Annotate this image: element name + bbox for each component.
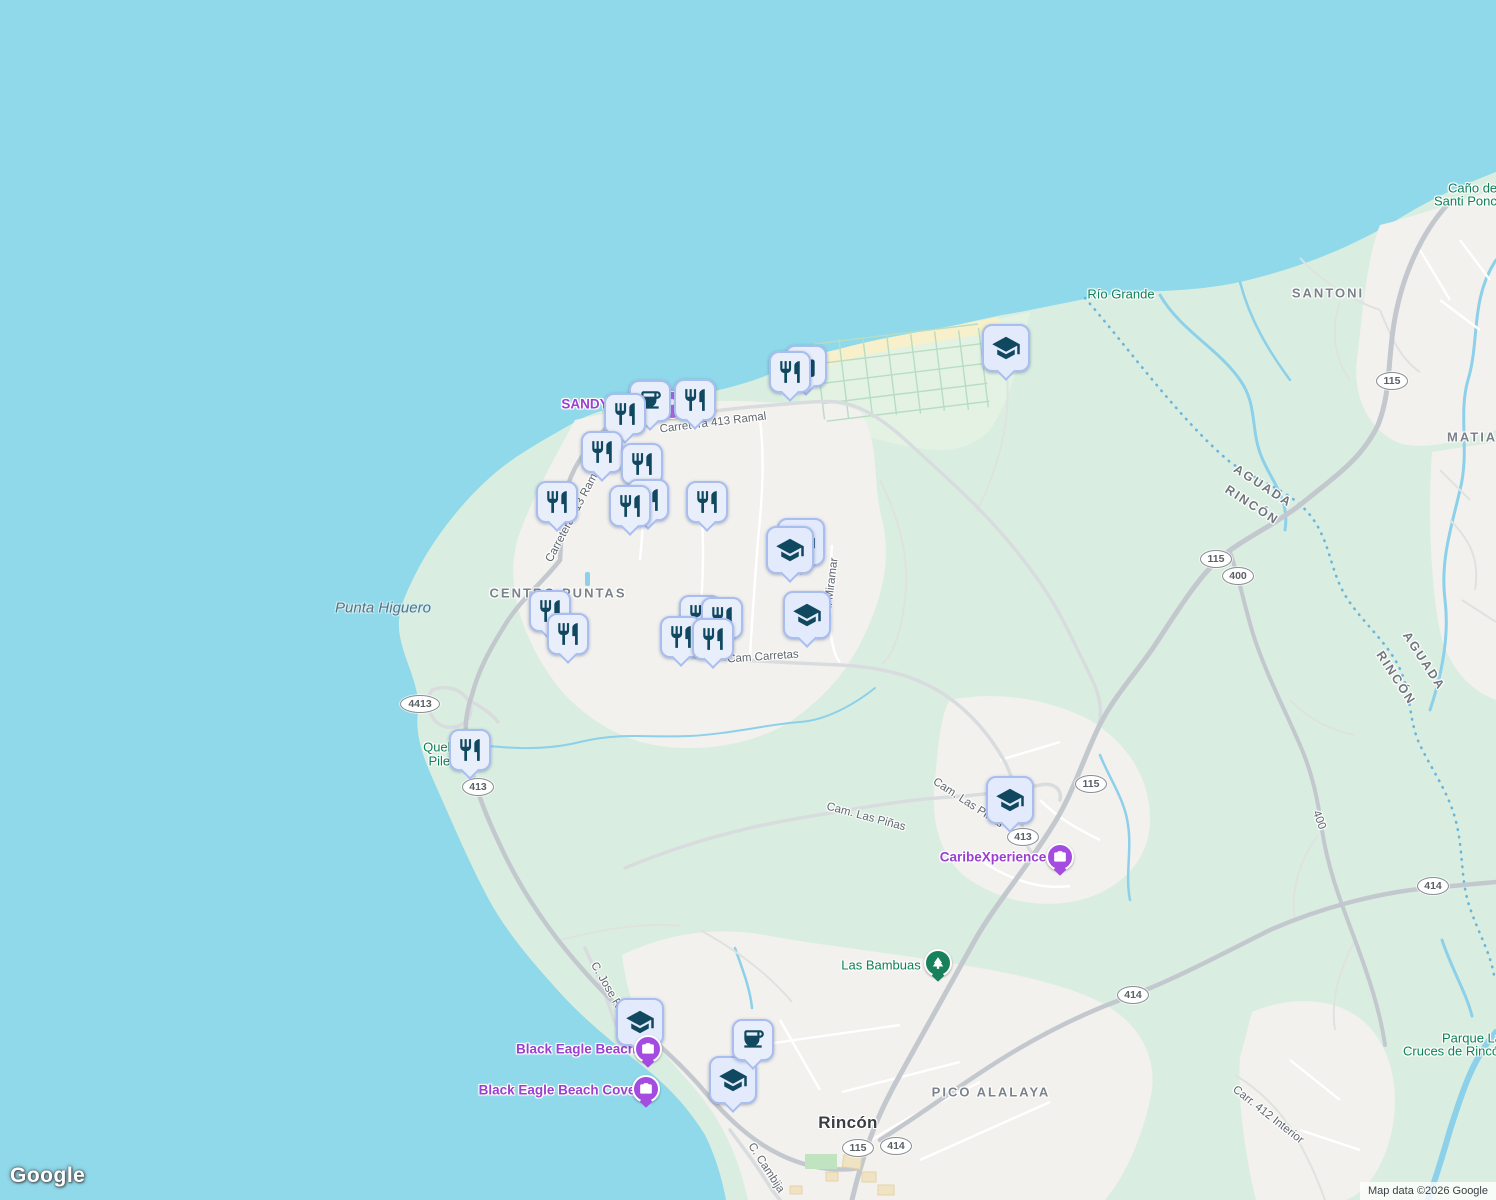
poi-photo-marker[interactable] bbox=[632, 1075, 660, 1103]
restaurant-icon bbox=[555, 621, 581, 647]
camera-icon bbox=[639, 1082, 653, 1096]
marker-restaurant[interactable] bbox=[547, 613, 589, 655]
marker-cafe[interactable] bbox=[732, 1019, 774, 1061]
marker-restaurant[interactable] bbox=[581, 431, 623, 473]
markers-layer bbox=[0, 0, 1496, 1200]
camera-icon bbox=[641, 1042, 655, 1056]
school-icon bbox=[775, 535, 805, 565]
tree-icon bbox=[931, 956, 945, 970]
school-icon bbox=[625, 1007, 655, 1037]
poi-photo-marker[interactable] bbox=[634, 1035, 662, 1063]
marker-restaurant[interactable] bbox=[692, 618, 734, 660]
restaurant-icon bbox=[700, 626, 726, 652]
poi-photo-marker[interactable] bbox=[1046, 843, 1074, 871]
restaurant-icon bbox=[694, 489, 720, 515]
cafe-icon bbox=[740, 1027, 766, 1053]
marker-school[interactable] bbox=[766, 526, 814, 574]
marker-restaurant[interactable] bbox=[604, 393, 646, 435]
map-attribution[interactable]: Map data ©2026 Google bbox=[1360, 1182, 1496, 1200]
map-canvas[interactable]: SANDYCarretera 413 RamalCarretera 413 Ra… bbox=[0, 0, 1496, 1200]
school-icon bbox=[995, 785, 1025, 815]
restaurant-icon bbox=[777, 359, 803, 385]
poi-park-marker[interactable] bbox=[924, 949, 952, 977]
restaurant-icon bbox=[589, 439, 615, 465]
school-icon bbox=[718, 1065, 748, 1095]
restaurant-icon bbox=[668, 624, 694, 650]
restaurant-icon bbox=[544, 489, 570, 515]
marker-restaurant[interactable] bbox=[674, 379, 716, 421]
restaurant-icon bbox=[682, 387, 708, 413]
marker-school[interactable] bbox=[982, 324, 1030, 372]
restaurant-icon bbox=[457, 737, 483, 763]
school-icon bbox=[792, 600, 822, 630]
marker-restaurant[interactable] bbox=[769, 351, 811, 393]
marker-school[interactable] bbox=[783, 591, 831, 639]
marker-restaurant[interactable] bbox=[536, 481, 578, 523]
restaurant-icon bbox=[629, 451, 655, 477]
marker-school[interactable] bbox=[986, 776, 1034, 824]
school-icon bbox=[991, 333, 1021, 363]
restaurant-icon bbox=[612, 401, 638, 427]
marker-restaurant[interactable] bbox=[609, 485, 651, 527]
camera-icon bbox=[1053, 850, 1067, 864]
restaurant-icon bbox=[617, 493, 643, 519]
marker-restaurant[interactable] bbox=[686, 481, 728, 523]
google-logo[interactable]: Google bbox=[10, 1164, 85, 1188]
marker-restaurant[interactable] bbox=[449, 729, 491, 771]
